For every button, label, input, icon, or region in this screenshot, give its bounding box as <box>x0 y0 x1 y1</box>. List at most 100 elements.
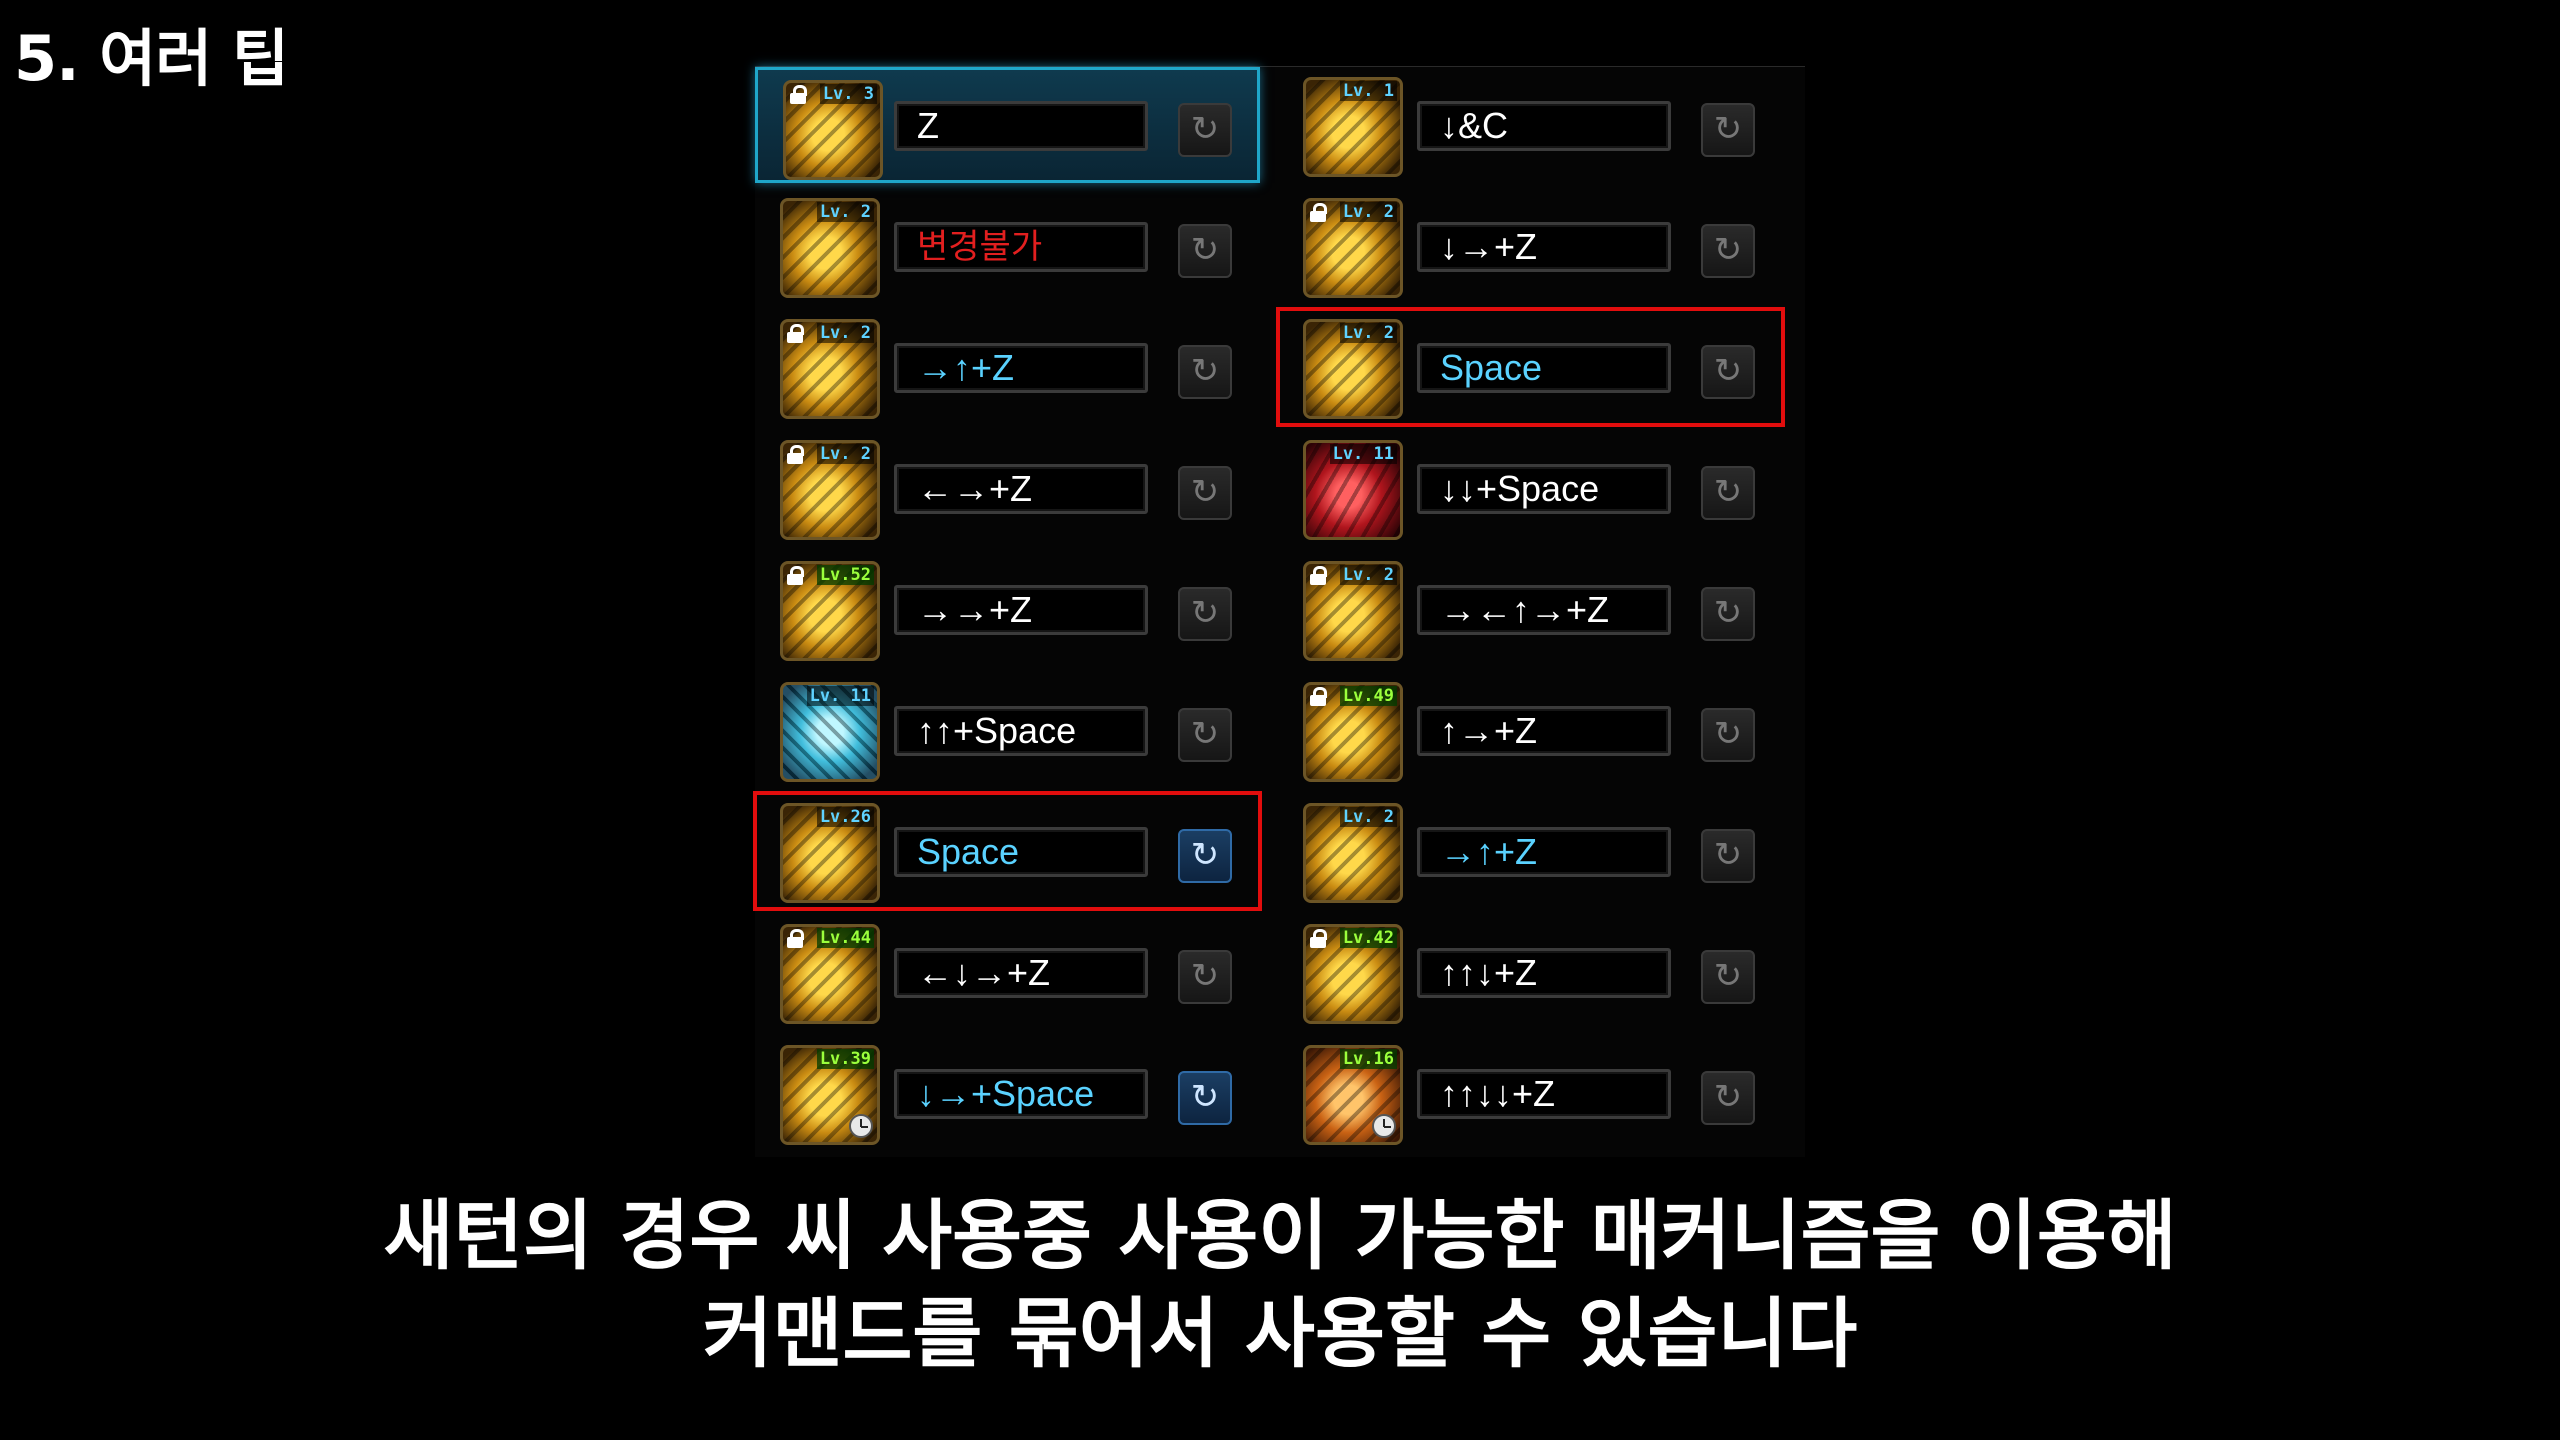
uppercut-icon[interactable]: Lv. 2 <box>780 319 880 419</box>
slash-icon[interactable]: Lv. 3 <box>783 80 883 180</box>
command-input[interactable]: ↑↑↓↓+Z <box>1417 1069 1671 1119</box>
command-input[interactable]: Z <box>894 101 1148 151</box>
command-input[interactable]: 변경불가 <box>894 222 1148 272</box>
skill-level-badge: Lv.42 <box>1339 928 1397 948</box>
lock-icon <box>1310 929 1327 948</box>
reset-command-button[interactable]: ↻ <box>1701 950 1755 1004</box>
explosion-icon[interactable]: Lv.39 <box>780 1045 880 1145</box>
command-input[interactable]: ←↓→+Z <box>894 948 1148 998</box>
spear-icon[interactable]: Lv.49 <box>1303 682 1403 782</box>
skill-row[interactable]: Lv. 2 ↓→+Z ↻ <box>1278 188 1783 304</box>
reset-command-button[interactable]: ↻ <box>1701 345 1755 399</box>
lock-icon <box>1310 203 1327 222</box>
lock-icon <box>787 929 804 948</box>
ice-burst-icon[interactable]: Lv. 11 <box>780 682 880 782</box>
flame-beast-icon[interactable]: Lv.16 <box>1303 1045 1403 1145</box>
reset-command-button[interactable]: ↻ <box>1701 708 1755 762</box>
reset-command-button[interactable]: ↻ <box>1701 829 1755 883</box>
lock-icon <box>787 445 804 464</box>
lock-icon <box>790 85 807 104</box>
lock-icon <box>1310 687 1327 706</box>
reset-command-button[interactable]: ↻ <box>1178 345 1232 399</box>
skill-level-badge: Lv. 2 <box>1339 202 1397 222</box>
command-input[interactable]: ↓→+Z <box>1417 222 1671 272</box>
skill-row[interactable]: Lv. 2 →←↑→+Z ↻ <box>1278 551 1783 667</box>
claw-icon[interactable]: Lv.52 <box>780 561 880 661</box>
skill-level-badge: Lv. 2 <box>816 444 874 464</box>
skill-row[interactable]: Lv.26 Space ↻ <box>753 791 1262 911</box>
command-input[interactable]: →↑+Z <box>894 343 1148 393</box>
command-settings-panel: Lv. 3 Z ↻ Lv. 2 변경불가 ↻ Lv. 2 →↑+Z ↻ Lv. 2 ←→+Z ↻ Lv.… <box>753 66 1805 1157</box>
skill-level-badge: Lv. 3 <box>819 84 877 104</box>
skill-row[interactable]: Lv. 1 ↓&C ↻ <box>1278 67 1783 183</box>
lunge-icon[interactable]: Lv. 2 <box>780 198 880 298</box>
caption-line-2: 커맨드를 묶어서 사용할 수 있습니다 <box>702 1289 1858 1378</box>
reset-command-button[interactable]: ↻ <box>1178 950 1232 1004</box>
whirlwind-icon[interactable]: Lv.44 <box>780 924 880 1024</box>
reset-command-button[interactable]: ↻ <box>1701 224 1755 278</box>
vortex-icon[interactable]: Lv.42 <box>1303 924 1403 1024</box>
skill-level-badge: Lv.52 <box>816 565 874 585</box>
skill-row[interactable]: Lv. 11 ↑↑+Space ↻ <box>755 672 1260 788</box>
reset-command-button[interactable]: ↻ <box>1178 1071 1232 1125</box>
command-input[interactable]: ↑→+Z <box>1417 706 1671 756</box>
command-input[interactable]: ↓→+Space <box>894 1069 1148 1119</box>
reset-command-button[interactable]: ↻ <box>1701 1071 1755 1125</box>
blood-serpent-icon[interactable]: Lv. 11 <box>1303 440 1403 540</box>
reset-command-button[interactable]: ↻ <box>1178 466 1232 520</box>
command-input[interactable]: ←→+Z <box>894 464 1148 514</box>
skill-level-badge: Lv. 2 <box>1339 323 1397 343</box>
command-input[interactable]: ↑↑+Space <box>894 706 1148 756</box>
skill-row[interactable]: Lv.49 ↑→+Z ↻ <box>1278 672 1783 788</box>
skill-level-badge: Lv.26 <box>816 807 874 827</box>
command-input[interactable]: Space <box>1417 343 1671 393</box>
skill-row[interactable]: Lv. 11 ↓↓+Space ↻ <box>1278 430 1783 546</box>
skill-row[interactable]: Lv. 2 ←→+Z ↻ <box>755 430 1260 546</box>
reset-command-button[interactable]: ↻ <box>1178 708 1232 762</box>
cooldown-clock-icon <box>1372 1114 1396 1138</box>
fist-icon[interactable]: Lv. 2 <box>780 440 880 540</box>
skill-row[interactable]: Lv. 2 변경불가 ↻ <box>755 188 1260 304</box>
skill-row[interactable]: Lv.42 ↑↑↓+Z ↻ <box>1278 914 1783 1030</box>
skill-level-badge: Lv. 1 <box>1339 81 1397 101</box>
command-input[interactable]: →↑+Z <box>1417 827 1671 877</box>
rising-icon[interactable]: Lv. 2 <box>1303 803 1403 903</box>
skill-level-badge: Lv.16 <box>1339 1049 1397 1069</box>
command-input[interactable]: ↓&C <box>1417 101 1671 151</box>
charge-icon[interactable]: Lv. 2 <box>1303 319 1403 419</box>
skill-level-badge: Lv.44 <box>816 928 874 948</box>
command-input[interactable]: ↓↓+Space <box>1417 464 1671 514</box>
reset-command-button[interactable]: ↻ <box>1178 829 1232 883</box>
command-input[interactable]: Space <box>894 827 1148 877</box>
dash-icon[interactable]: Lv. 2 <box>1303 198 1403 298</box>
command-input[interactable]: ↑↑↓+Z <box>1417 948 1671 998</box>
reset-command-button[interactable]: ↻ <box>1178 224 1232 278</box>
skill-row[interactable]: Lv. 2 →↑+Z ↻ <box>755 309 1260 425</box>
slide-icon[interactable]: Lv. 1 <box>1303 77 1403 177</box>
lock-icon <box>1310 566 1327 585</box>
reset-command-button[interactable]: ↻ <box>1178 587 1232 641</box>
skill-row[interactable]: Lv.44 ←↓→+Z ↻ <box>755 914 1260 1030</box>
skill-level-badge: Lv. 11 <box>806 686 874 706</box>
skill-row[interactable]: Lv. 3 Z ↻ <box>755 67 1260 183</box>
cooldown-clock-icon <box>849 1114 873 1138</box>
lock-icon <box>787 566 804 585</box>
skill-level-badge: Lv. 2 <box>1339 807 1397 827</box>
skill-level-badge: Lv. 2 <box>1339 565 1397 585</box>
skill-row[interactable]: Lv. 2 Space ↻ <box>1276 307 1785 427</box>
skill-row[interactable]: Lv. 2 →↑+Z ↻ <box>1278 793 1783 909</box>
spin-icon[interactable]: Lv.26 <box>780 803 880 903</box>
reset-command-button[interactable]: ↻ <box>1701 466 1755 520</box>
skill-level-badge: Lv. 2 <box>816 323 874 343</box>
skill-row[interactable]: Lv.39 ↓→+Space ↻ <box>755 1035 1260 1151</box>
command-input[interactable]: →→+Z <box>894 585 1148 635</box>
leap-icon[interactable]: Lv. 2 <box>1303 561 1403 661</box>
command-input[interactable]: →←↑→+Z <box>1417 585 1671 635</box>
skill-row[interactable]: Lv.16 ↑↑↓↓+Z ↻ <box>1278 1035 1783 1151</box>
skill-level-badge: Lv.39 <box>816 1049 874 1069</box>
reset-command-button[interactable]: ↻ <box>1701 103 1755 157</box>
reset-command-button[interactable]: ↻ <box>1178 103 1232 157</box>
section-title: 5. 여러 팁 <box>14 22 289 95</box>
skill-row[interactable]: Lv.52 →→+Z ↻ <box>755 551 1260 667</box>
reset-command-button[interactable]: ↻ <box>1701 587 1755 641</box>
